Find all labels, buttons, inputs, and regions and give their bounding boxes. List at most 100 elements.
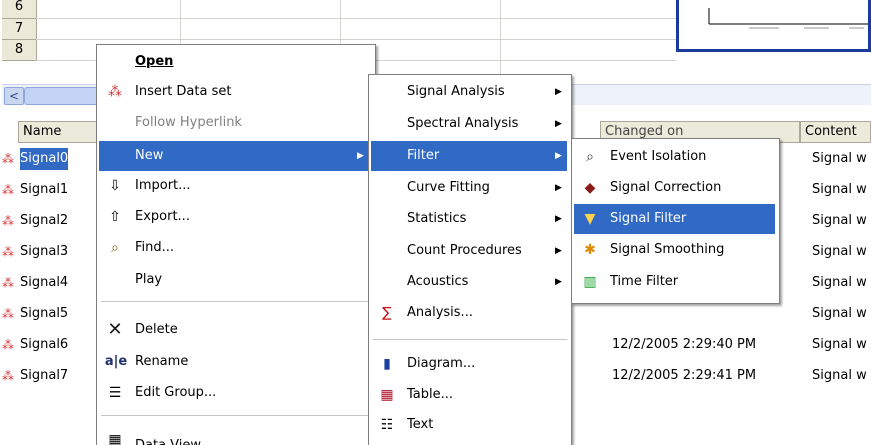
menu-filter-label: Filter xyxy=(407,148,440,163)
diagram-icon: ▮ xyxy=(383,356,391,372)
menu-delete[interactable]: ✕ Delete xyxy=(97,315,375,345)
signal-icon: ⁂ xyxy=(2,245,14,259)
list-item-content: Signal w xyxy=(812,337,867,352)
menu-rename-label: Rename xyxy=(135,354,189,369)
menu-time-filter[interactable]: ▥ Time Filter xyxy=(572,267,779,297)
menu-spectral-analysis-label: Spectral Analysis xyxy=(407,116,519,131)
menu-open-label: Open xyxy=(135,54,174,69)
new-submenu: Signal Analysis ▶ Spectral Analysis ▶ Fi… xyxy=(368,74,572,445)
menu-time-filter-label: Time Filter xyxy=(610,274,679,289)
signal-icon: ⁂ xyxy=(2,276,14,290)
menu-signal-smoothing-label: Signal Smoothing xyxy=(610,242,725,257)
menu-data-view[interactable]: ▦ Data View xyxy=(97,425,375,445)
list-item-content: Signal w xyxy=(812,182,867,197)
menu-diagram-label: Diagram... xyxy=(407,356,476,371)
menu-analysis[interactable]: ∑ Analysis... xyxy=(369,298,571,328)
menu-statistics[interactable]: Statistics ▶ xyxy=(369,204,571,234)
menu-text[interactable]: ☷ Text xyxy=(369,410,571,440)
menu-signal-correction-label: Signal Correction xyxy=(610,180,722,195)
scroll-left-button[interactable]: < xyxy=(4,87,24,105)
grid-line xyxy=(500,0,501,84)
menu-edit-group-label: Edit Group... xyxy=(135,385,217,400)
menu-signal-filter-label: Signal Filter xyxy=(610,211,687,226)
signal-icon: ⁂ xyxy=(2,152,14,166)
menu-count-procedures[interactable]: Count Procedures ▶ xyxy=(369,236,571,266)
column-header-name[interactable]: Name xyxy=(18,121,108,143)
menu-edit-group[interactable]: ☰ Edit Group... xyxy=(97,378,375,408)
row-header-7[interactable]: 7 xyxy=(2,19,37,40)
data-view-icon: ▦ xyxy=(108,432,122,445)
list-item-content: Signal w xyxy=(812,306,867,321)
context-menu: Open ⁂ Insert Data set Follow Hyperlink … xyxy=(96,44,376,445)
row-header-6[interactable]: 6 xyxy=(2,0,37,19)
list-item-name[interactable]: Signal6 xyxy=(20,334,68,356)
menu-text-label: Text xyxy=(407,417,434,432)
list-item-name[interactable]: Signal5 xyxy=(20,303,68,325)
list-item-name[interactable]: Signal2 xyxy=(20,210,68,232)
list-item-name[interactable]: Signal4 xyxy=(20,272,68,294)
menu-signal-analysis[interactable]: Signal Analysis ▶ xyxy=(369,77,571,107)
menu-spectral-analysis[interactable]: Spectral Analysis ▶ xyxy=(369,109,571,139)
table-icon: ▦ xyxy=(380,387,394,403)
menu-import[interactable]: ⇩ Import... xyxy=(97,171,375,201)
menu-event-isolation-label: Event Isolation xyxy=(610,149,707,164)
menu-analysis-label: Analysis... xyxy=(407,305,473,320)
row-header-8[interactable]: 8 xyxy=(2,40,37,61)
list-item-changed-on: 12/2/2005 2:29:41 PM xyxy=(612,368,757,383)
menu-follow-hyperlink[interactable]: Follow Hyperlink xyxy=(97,108,375,138)
analysis-icon: ∑ xyxy=(382,305,392,321)
menu-signal-filter[interactable]: ▼ Signal Filter xyxy=(574,204,775,234)
menu-export[interactable]: ⇧ Export... xyxy=(97,202,375,232)
menu-table-label: Table... xyxy=(407,387,454,402)
submenu-arrow-icon: ▶ xyxy=(555,183,562,193)
import-icon: ⇩ xyxy=(109,178,121,194)
export-icon: ⇧ xyxy=(109,209,121,225)
menu-separator xyxy=(101,301,369,302)
text-icon: ☷ xyxy=(380,417,394,433)
menu-separator xyxy=(101,415,369,416)
menu-data-view-label: Data View xyxy=(135,431,201,445)
menu-acoustics-label: Acoustics xyxy=(407,274,469,289)
menu-new[interactable]: New ▶ xyxy=(99,141,371,171)
submenu-arrow-icon: ▶ xyxy=(555,214,562,224)
list-item-content: Signal w xyxy=(812,368,867,383)
menu-filter[interactable]: Filter ▶ xyxy=(371,141,567,171)
menu-curve-fitting-label: Curve Fitting xyxy=(407,180,490,195)
menu-signal-correction[interactable]: ◆ Signal Correction xyxy=(572,173,779,203)
submenu-arrow-icon: ▶ xyxy=(555,277,562,287)
magnifier-icon: ⌕ xyxy=(586,149,594,165)
signal-icon: ⁂ xyxy=(108,84,122,100)
signal-icon: ⁂ xyxy=(2,338,14,352)
menu-diagram[interactable]: ▮ Diagram... xyxy=(369,349,571,379)
menu-delete-label: Delete xyxy=(135,322,178,337)
menu-find-label: Find... xyxy=(135,240,175,255)
list-item-name[interactable]: Signal3 xyxy=(20,241,68,263)
menu-separator xyxy=(373,339,567,340)
menu-table[interactable]: ▦ Table... xyxy=(369,380,571,410)
list-item-name[interactable]: Signal7 xyxy=(20,365,68,387)
chart-preview-graphic xyxy=(708,8,868,29)
menu-new-label: New xyxy=(135,148,164,163)
menu-play[interactable]: Play xyxy=(97,265,375,295)
menu-insert-data-set[interactable]: ⁂ Insert Data set xyxy=(97,77,375,107)
menu-open[interactable]: Open xyxy=(97,47,375,77)
chart-thumbnail[interactable] xyxy=(676,0,871,52)
menu-count-procedures-label: Count Procedures xyxy=(407,243,522,258)
menu-signal-smoothing[interactable]: ✱ Signal Smoothing xyxy=(572,235,779,265)
time-filter-icon: ▥ xyxy=(583,274,597,290)
menu-import-label: Import... xyxy=(135,178,191,193)
list-item-name[interactable]: Signal0 xyxy=(20,148,69,170)
submenu-arrow-icon: ▶ xyxy=(555,246,562,256)
signal-icon: ⁂ xyxy=(2,214,14,228)
menu-export-label: Export... xyxy=(135,209,190,224)
menu-rename[interactable]: a|e Rename xyxy=(97,347,375,377)
menu-event-isolation[interactable]: ⌕ Event Isolation xyxy=(572,142,779,172)
list-item-name[interactable]: Signal1 xyxy=(20,179,68,201)
list-item-changed-on: 12/2/2005 2:29:40 PM xyxy=(612,337,757,352)
column-header-content[interactable]: Content xyxy=(800,121,871,143)
menu-find[interactable]: ⌕ Find... xyxy=(97,233,375,263)
menu-curve-fitting[interactable]: Curve Fitting ▶ xyxy=(369,173,571,203)
submenu-arrow-icon: ▶ xyxy=(357,151,364,161)
list-item-content: Signal w xyxy=(812,275,867,290)
menu-acoustics[interactable]: Acoustics ▶ xyxy=(369,267,571,297)
